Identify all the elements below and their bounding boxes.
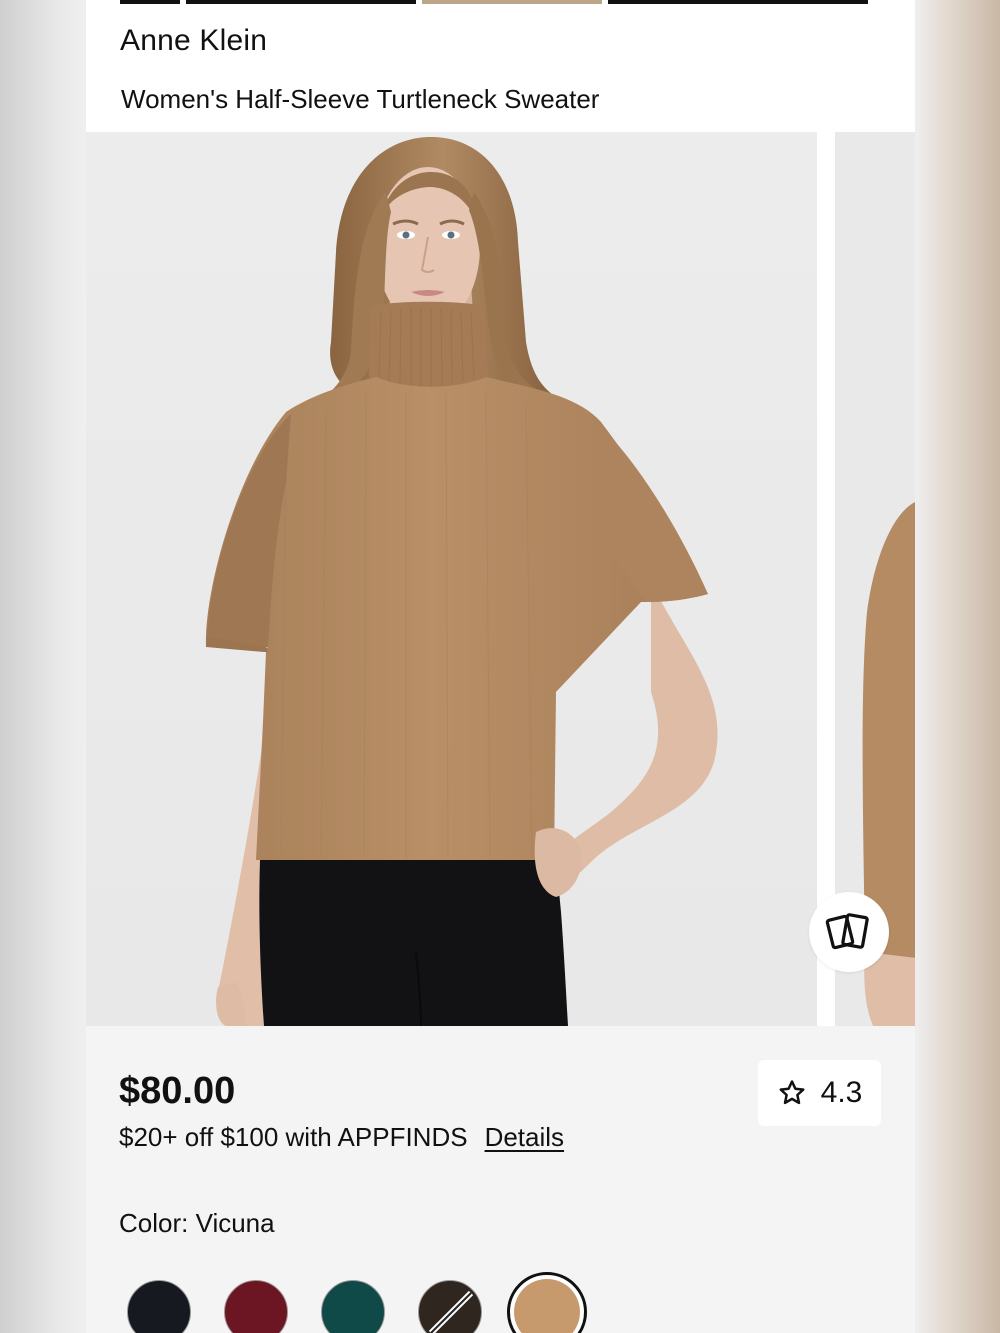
brand-name[interactable]: Anne Klein xyxy=(120,24,267,58)
product-title: Women's Half-Sleeve Turtleneck Sweater xyxy=(121,84,600,114)
swatch-green[interactable] xyxy=(321,1280,385,1333)
cards-icon xyxy=(825,913,869,950)
rating-button[interactable]: 4.3 xyxy=(758,1060,881,1126)
rating-value: 4.3 xyxy=(820,1076,863,1109)
image-gallery[interactable] xyxy=(86,132,915,1026)
product-info-panel: $80.00 $20+ off $100 with APPFINDS Detai… xyxy=(86,1026,915,1333)
compare-button[interactable] xyxy=(809,892,889,972)
unavailable-slash-icon xyxy=(428,1290,474,1333)
color-label: Color: Vicuna xyxy=(119,1208,275,1238)
promo-text: $20+ off $100 with APPFINDS xyxy=(119,1122,468,1152)
swatch-vicuna-selected[interactable] xyxy=(507,1272,587,1333)
previous-section-strip xyxy=(120,0,870,4)
swatch-brown-unavailable[interactable] xyxy=(418,1280,482,1333)
product-image[interactable] xyxy=(86,132,817,1026)
swatch-vicuna-fill xyxy=(514,1279,580,1333)
product-page: Anne Klein Women's Half-Sleeve Turtlenec… xyxy=(86,0,915,1333)
price: $80.00 xyxy=(119,1070,236,1112)
model-photo xyxy=(86,132,817,1026)
promo-row: $20+ off $100 with APPFINDS Details xyxy=(119,1122,564,1153)
star-outline-icon xyxy=(779,1080,805,1105)
swatch-black[interactable] xyxy=(127,1280,191,1333)
swatch-burgundy[interactable] xyxy=(224,1280,288,1333)
promo-details-link[interactable]: Details xyxy=(485,1122,564,1153)
